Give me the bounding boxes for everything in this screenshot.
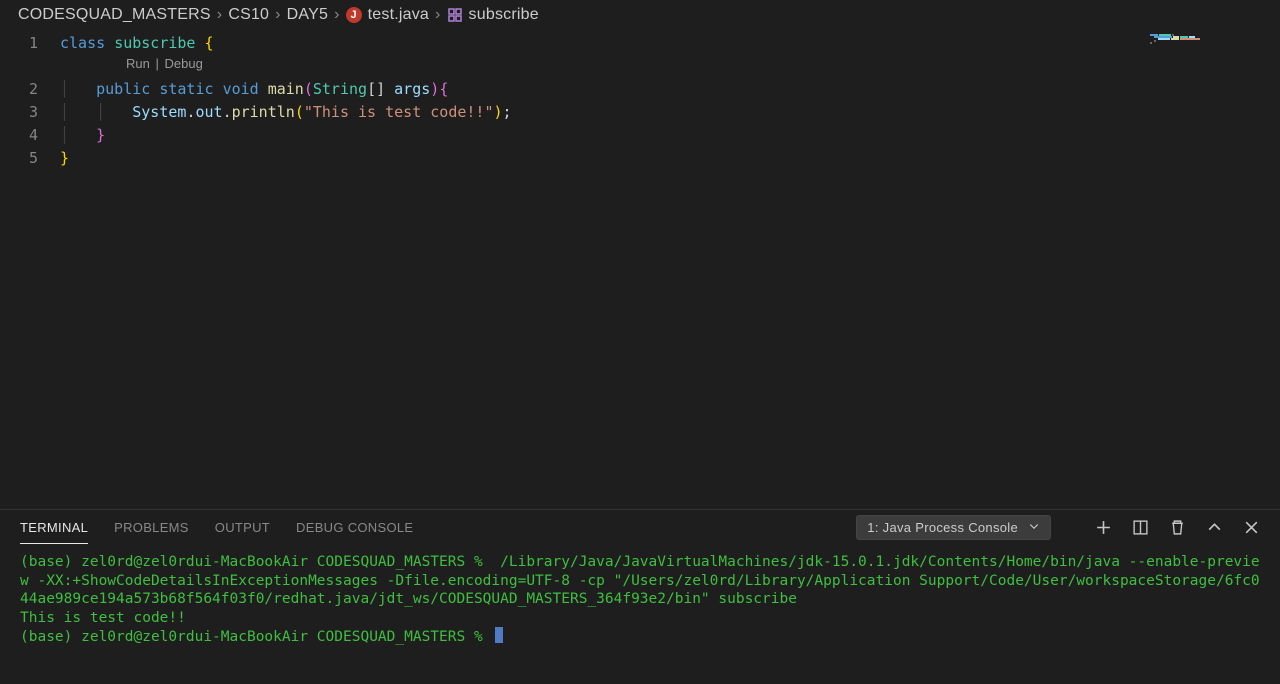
chevron-right-icon: › xyxy=(334,6,340,24)
maximize-panel-button[interactable] xyxy=(1206,519,1223,536)
new-terminal-button[interactable] xyxy=(1095,519,1112,536)
line-number: 2 xyxy=(0,78,60,101)
chevron-down-icon xyxy=(1028,520,1040,535)
code-line[interactable]: 4 │ } xyxy=(0,124,1280,147)
tab-output[interactable]: OUTPUT xyxy=(215,512,270,543)
terminal-line: This is test code!! xyxy=(20,610,186,626)
line-number: 3 xyxy=(0,101,60,124)
breadcrumb-item[interactable]: DAY5 xyxy=(287,6,328,24)
code-content[interactable]: } xyxy=(60,147,69,170)
code-line[interactable]: 1 class subscribe { xyxy=(0,32,1280,55)
java-file-icon: J xyxy=(346,7,362,23)
editor-root: CODESQUAD_MASTERS › CS10 › DAY5 › J test… xyxy=(0,0,1280,684)
code-content[interactable]: │ │ System.out.println("This is test cod… xyxy=(60,101,512,124)
terminal-line: (base) zel0rd@zel0rdui-MacBookAir CODESQ… xyxy=(20,554,1260,607)
editor-area[interactable]: Run | Debug 1 class subscribe { 2 │ publ… xyxy=(0,30,1280,509)
terminal-prompt: (base) zel0rd@zel0rdui-MacBookAir CODESQ… xyxy=(20,629,491,645)
terminal-selector[interactable]: 1: Java Process Console xyxy=(856,515,1051,540)
line-number: 4 xyxy=(0,124,60,147)
tab-problems[interactable]: PROBLEMS xyxy=(114,512,189,543)
code-line[interactable]: 2 │ public static void main(String[] arg… xyxy=(0,78,1280,101)
code-content[interactable]: class subscribe { xyxy=(60,32,214,55)
kill-terminal-button[interactable] xyxy=(1169,519,1186,536)
breadcrumb[interactable]: CODESQUAD_MASTERS › CS10 › DAY5 › J test… xyxy=(0,0,1280,30)
chevron-right-icon: › xyxy=(435,6,441,24)
panel-actions xyxy=(1095,519,1260,536)
tab-terminal[interactable]: TERMINAL xyxy=(20,512,88,544)
terminal-output[interactable]: (base) zel0rd@zel0rdui-MacBookAir CODESQ… xyxy=(0,545,1280,684)
line-number: 5 xyxy=(0,147,60,170)
editor-lines: 1 class subscribe { 2 │ public static vo… xyxy=(0,32,1280,170)
code-content[interactable]: │ } xyxy=(60,124,105,147)
terminal-cursor xyxy=(495,627,503,643)
chevron-right-icon: › xyxy=(275,6,281,24)
tab-debug-console[interactable]: DEBUG CONSOLE xyxy=(296,512,413,543)
terminal-selector-label: 1: Java Process Console xyxy=(867,520,1018,535)
split-terminal-button[interactable] xyxy=(1132,519,1149,536)
bottom-panel: TERMINAL PROBLEMS OUTPUT DEBUG CONSOLE 1… xyxy=(0,509,1280,684)
panel-tabs: TERMINAL PROBLEMS OUTPUT DEBUG CONSOLE 1… xyxy=(0,510,1280,545)
breadcrumb-item[interactable]: test.java xyxy=(368,6,429,24)
breadcrumb-item[interactable]: subscribe xyxy=(469,6,539,24)
code-line[interactable]: 5 } xyxy=(0,147,1280,170)
breadcrumb-item[interactable]: CS10 xyxy=(228,6,269,24)
close-panel-button[interactable] xyxy=(1243,519,1260,536)
symbol-class-icon xyxy=(447,7,463,23)
code-line[interactable]: 3 │ │ System.out.println("This is test c… xyxy=(0,101,1280,124)
chevron-right-icon: › xyxy=(217,6,223,24)
line-number: 1 xyxy=(0,32,60,55)
breadcrumb-item[interactable]: CODESQUAD_MASTERS xyxy=(18,6,211,24)
code-content[interactable]: │ public static void main(String[] args)… xyxy=(60,78,448,101)
